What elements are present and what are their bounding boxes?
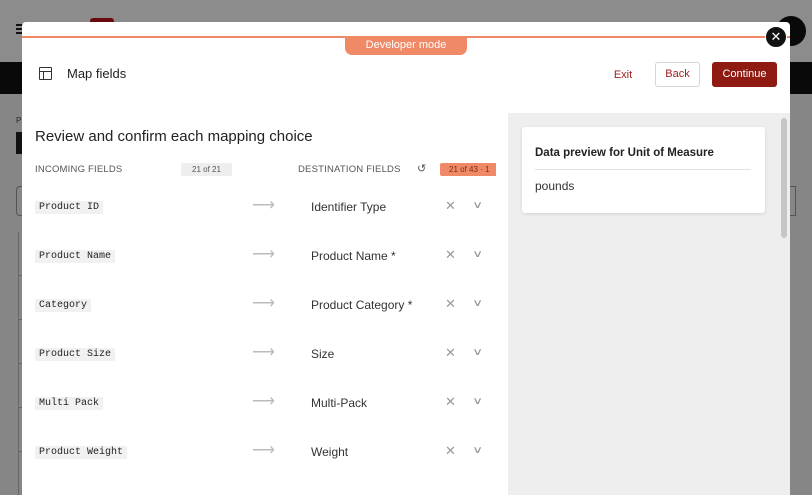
preview-value: pounds <box>535 179 575 193</box>
destination-select[interactable]: Product Category * <box>311 298 412 312</box>
chevron-down-icon[interactable]: ∨ <box>472 199 483 213</box>
table-icon <box>39 67 52 80</box>
data-preview-panel: Data preview for Unit of Measure pounds <box>508 113 790 495</box>
destination-select[interactable]: Weight <box>311 445 348 459</box>
mapping-row: Product Size ⟶ Size ✕ ∨ <box>22 329 508 378</box>
destination-count-badge: 21 of 43 · 1 <box>440 163 496 176</box>
divider <box>535 169 751 170</box>
destination-select[interactable]: Identifier Type <box>311 200 386 214</box>
destination-select[interactable]: Multi-Pack <box>311 396 367 410</box>
incoming-field: Product Weight <box>35 446 128 459</box>
destination-select[interactable]: Size <box>311 347 334 361</box>
arrow-right-icon: ⟶ <box>252 197 275 214</box>
incoming-field: Product Size <box>35 348 116 361</box>
mapping-row: Product Weight ⟶ Weight ✕ ∨ <box>22 427 508 476</box>
incoming-fields-header: INCOMING FIELDS <box>35 164 123 175</box>
mapping-row: Category ⟶ Product Category * ✕ ∨ <box>22 280 508 329</box>
continue-button[interactable]: Continue <box>712 62 777 87</box>
clear-icon[interactable]: ✕ <box>445 297 456 311</box>
clear-icon[interactable]: ✕ <box>445 444 456 458</box>
chevron-down-icon[interactable]: ∨ <box>472 248 483 262</box>
mapping-row: Product ID ⟶ Identifier Type ✕ ∨ <box>22 182 508 231</box>
clear-icon[interactable]: ✕ <box>445 248 456 262</box>
incoming-field: Category <box>35 299 92 312</box>
clear-icon[interactable]: ✕ <box>445 346 456 360</box>
arrow-right-icon: ⟶ <box>252 295 275 312</box>
chevron-down-icon[interactable]: ∨ <box>472 395 483 409</box>
close-icon[interactable]: ✕ <box>765 26 787 48</box>
reset-icon[interactable]: ↺ <box>417 164 428 175</box>
incoming-field: Product Name <box>35 250 116 263</box>
section-title: Review and confirm each mapping choice <box>35 128 313 145</box>
mapping-rows: Product ID ⟶ Identifier Type ✕ ∨ Product… <box>22 182 508 476</box>
data-preview-card: Data preview for Unit of Measure pounds <box>522 127 765 213</box>
arrow-right-icon: ⟶ <box>252 393 275 410</box>
destination-fields-header: DESTINATION FIELDS <box>298 164 401 175</box>
developer-mode-badge: Developer mode <box>345 36 467 55</box>
preview-title: Data preview for Unit of Measure <box>535 147 714 159</box>
incoming-field: Multi Pack <box>35 397 104 410</box>
modal-title: Map fields <box>67 66 127 81</box>
chevron-down-icon[interactable]: ∨ <box>472 444 483 458</box>
incoming-count-badge: 21 of 21 <box>181 163 232 176</box>
arrow-right-icon: ⟶ <box>252 246 275 263</box>
back-button[interactable]: Back <box>655 62 700 87</box>
incoming-field: Product ID <box>35 201 104 214</box>
mapping-row: Multi Pack ⟶ Multi-Pack ✕ ∨ <box>22 378 508 427</box>
chevron-down-icon[interactable]: ∨ <box>472 297 483 311</box>
exit-button[interactable]: Exit <box>604 63 642 87</box>
map-fields-modal: Developer mode Map fields Exit Back Cont… <box>22 22 790 495</box>
clear-icon[interactable]: ✕ <box>445 199 456 213</box>
chevron-down-icon[interactable]: ∨ <box>472 346 483 360</box>
scrollbar[interactable] <box>781 118 787 238</box>
arrow-right-icon: ⟶ <box>252 442 275 459</box>
arrow-right-icon: ⟶ <box>252 344 275 361</box>
mapping-row: Product Name ⟶ Product Name * ✕ ∨ <box>22 231 508 280</box>
destination-select[interactable]: Product Name * <box>311 249 396 263</box>
clear-icon[interactable]: ✕ <box>445 395 456 409</box>
